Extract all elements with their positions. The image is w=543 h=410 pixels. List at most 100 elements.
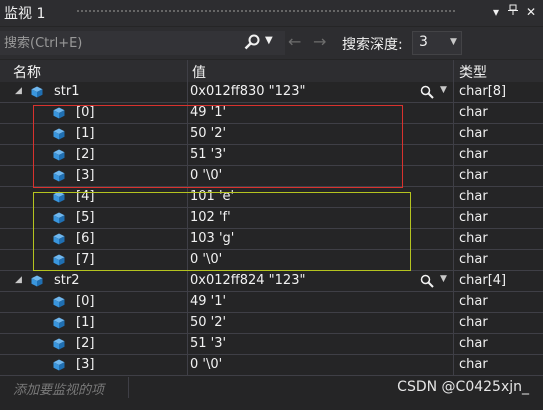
search-icon[interactable] [244, 34, 260, 54]
watch-element-row[interactable]: [0] 49 '1' char [0, 292, 543, 313]
row-name: str2 [54, 273, 80, 288]
element-icon [53, 149, 65, 161]
row-name: [2] [76, 336, 95, 351]
element-icon [53, 317, 65, 329]
column-divider[interactable] [453, 60, 454, 82]
variable-icon [31, 86, 43, 98]
visualizer-dropdown-icon[interactable]: ▼ [440, 274, 447, 284]
visualizer-dropdown-icon[interactable]: ▼ [440, 85, 447, 95]
close-icon[interactable]: ✕ [522, 3, 540, 21]
dropdown-icon[interactable]: ▾ [487, 3, 505, 21]
window-title: 监视 1 [4, 6, 46, 22]
row-type: char [459, 210, 488, 225]
watch-element-row[interactable]: [2] 51 '3' char [0, 145, 543, 166]
watch-element-row[interactable]: [4] 101 'e' char [0, 187, 543, 208]
row-type: char [459, 168, 488, 183]
search-input[interactable] [4, 34, 236, 52]
drag-grip[interactable] [76, 9, 457, 14]
pin-icon[interactable] [504, 3, 522, 21]
column-header-value[interactable]: 值 [192, 62, 206, 82]
element-icon [53, 296, 65, 308]
element-icon [53, 233, 65, 245]
row-value[interactable]: 0x012ff830 "123" [190, 84, 305, 99]
row-type: char [459, 357, 488, 372]
row-type: char [459, 231, 488, 246]
row-type: char [459, 252, 488, 267]
row-value[interactable]: 51 '3' [190, 147, 226, 162]
element-icon [53, 359, 65, 371]
expand-collapse-icon[interactable]: ◢ [15, 275, 22, 285]
column-divider[interactable] [187, 60, 188, 82]
search-box: ▼ [0, 31, 285, 55]
watch-variable-row[interactable]: ◢ str2 0x012ff824 "123" ▼ char[4] [0, 271, 543, 292]
watch-variable-row[interactable]: ◢ str1 0x012ff830 "123" ▼ char[8] [0, 82, 543, 103]
row-name: [6] [76, 231, 95, 246]
row-value[interactable]: 103 'g' [190, 231, 234, 246]
column-header: 名称 值 类型 [0, 60, 543, 82]
element-icon [53, 170, 65, 182]
row-value[interactable]: 49 '1' [190, 105, 226, 120]
row-value[interactable]: 49 '1' [190, 294, 226, 309]
row-type: char [459, 336, 488, 351]
row-value[interactable]: 0 '\0' [190, 357, 222, 372]
row-type: char [459, 105, 488, 120]
row-value[interactable]: 0 '\0' [190, 168, 222, 183]
row-type: char [459, 294, 488, 309]
title-bar: 监视 1 ▾ ✕ [0, 0, 543, 26]
row-value[interactable]: 50 '2' [190, 126, 226, 141]
search-back-icon[interactable]: ← [288, 32, 301, 51]
column-header-type[interactable]: 类型 [459, 62, 487, 82]
search-depth-select[interactable]: 3 ▼ [412, 31, 462, 55]
row-name: [4] [76, 189, 95, 204]
add-watch-placeholder[interactable]: 添加要监视的项 [13, 379, 104, 398]
row-type: char [459, 147, 488, 162]
watch-element-row[interactable]: [5] 102 'f' char [0, 208, 543, 229]
column-header-name[interactable]: 名称 [13, 62, 41, 82]
row-value[interactable]: 102 'f' [190, 210, 231, 225]
expand-collapse-icon[interactable]: ◢ [15, 86, 22, 96]
row-name: [2] [76, 147, 95, 162]
row-name: [0] [76, 105, 95, 120]
variable-icon [31, 275, 43, 287]
row-value[interactable]: 101 'e' [190, 189, 234, 204]
row-name: [1] [76, 315, 95, 330]
watch-element-row[interactable]: [0] 49 '1' char [0, 103, 543, 124]
row-value[interactable]: 0 '\0' [190, 252, 222, 267]
row-name: [7] [76, 252, 95, 267]
row-type: char [459, 315, 488, 330]
row-value[interactable]: 0x012ff824 "123" [190, 273, 305, 288]
search-forward-icon[interactable]: → [313, 32, 326, 51]
watch-element-row[interactable]: [3] 0 '\0' char [0, 355, 543, 376]
search-depth-label: 搜索深度: [342, 37, 403, 53]
row-name: [0] [76, 294, 95, 309]
element-icon [53, 128, 65, 140]
element-icon [53, 191, 65, 203]
search-depth-value: 3 [419, 34, 428, 50]
watch-element-row[interactable]: [2] 51 '3' char [0, 334, 543, 355]
row-name: str1 [54, 84, 80, 99]
watch-element-row[interactable]: [6] 103 'g' char [0, 229, 543, 250]
search-options-dropdown-icon[interactable]: ▼ [265, 35, 273, 46]
text-visualizer-icon[interactable] [420, 85, 434, 99]
text-visualizer-icon[interactable] [420, 274, 434, 288]
watch-element-row[interactable]: [1] 50 '2' char [0, 124, 543, 145]
row-type: char [459, 126, 488, 141]
element-icon [53, 338, 65, 350]
element-icon [53, 212, 65, 224]
row-type: char[4] [459, 273, 507, 288]
row-type: char[8] [459, 84, 507, 99]
chevron-down-icon: ▼ [450, 37, 457, 47]
row-name: [3] [76, 357, 95, 372]
element-icon [53, 107, 65, 119]
row-name: [1] [76, 126, 95, 141]
row-name: [5] [76, 210, 95, 225]
row-value[interactable]: 50 '2' [190, 315, 226, 330]
watch-element-row[interactable]: [1] 50 '2' char [0, 313, 543, 334]
row-name: [3] [76, 168, 95, 183]
watermark: CSDN @C0425xjn_ [397, 379, 529, 395]
row-value[interactable]: 51 '3' [190, 336, 226, 351]
watch-element-row[interactable]: [3] 0 '\0' char [0, 166, 543, 187]
watch-element-row[interactable]: [7] 0 '\0' char [0, 250, 543, 271]
row-type: char [459, 189, 488, 204]
element-icon [53, 254, 65, 266]
